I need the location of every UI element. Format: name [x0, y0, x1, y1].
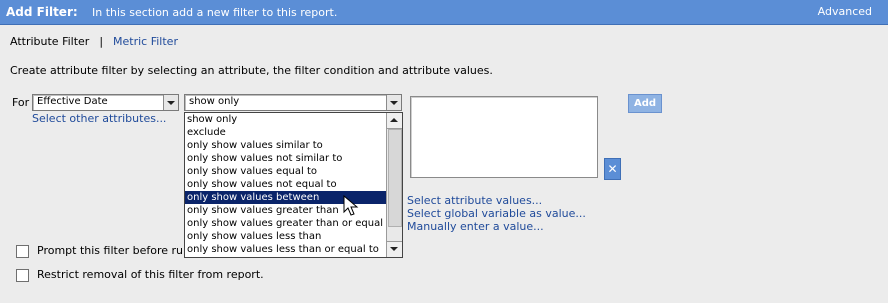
dropdown-scrollbar[interactable] — [386, 113, 402, 257]
chevron-down-icon[interactable] — [386, 95, 401, 110]
clear-values-button[interactable]: ✕ — [604, 158, 621, 180]
advanced-link[interactable]: Advanced — [818, 5, 872, 18]
tab-metric-filter[interactable]: Metric Filter — [113, 35, 178, 48]
condition-option[interactable]: exclude — [185, 126, 386, 139]
mouse-cursor-icon — [343, 195, 359, 216]
attribute-select-value: Effective Date — [37, 96, 108, 107]
close-icon: ✕ — [607, 162, 618, 176]
scroll-up-icon[interactable] — [387, 113, 402, 129]
manually-enter-value-link[interactable]: Manually enter a value... — [407, 220, 586, 233]
restrict-removal-label: Restrict removal of this filter from rep… — [37, 268, 264, 281]
condition-option[interactable]: only show values less than — [185, 230, 386, 243]
condition-option[interactable]: only show values equal to — [185, 165, 386, 178]
tab-attribute-filter[interactable]: Attribute Filter — [10, 35, 89, 48]
scroll-down-icon[interactable] — [387, 241, 402, 257]
chevron-down-icon[interactable] — [163, 95, 178, 110]
value-links: Select attribute values... Select global… — [407, 194, 586, 233]
condition-option[interactable]: only show values less than or equal to — [185, 243, 386, 256]
scroll-thumb[interactable] — [388, 129, 402, 227]
filter-header: Add Filter: In this section add a new fi… — [0, 0, 888, 25]
tab-separator: | — [99, 35, 104, 48]
condition-options: show only exclude only show values similar… — [185, 113, 396, 257]
select-other-attributes-link[interactable]: Select other attributes... — [32, 112, 166, 125]
attribute-select[interactable]: Effective Date — [32, 94, 179, 111]
prompt-filter-checkbox[interactable] — [16, 244, 29, 258]
restrict-removal-option: Restrict removal of this filter from rep… — [16, 268, 264, 282]
select-global-variable-link[interactable]: Select global variable as value... — [407, 207, 586, 220]
condition-option[interactable]: only show values similar to — [185, 139, 386, 152]
condition-select[interactable]: show only — [184, 94, 402, 111]
for-label: For — [12, 96, 30, 109]
condition-option[interactable]: show only — [185, 113, 386, 126]
header-description: In this section add a new filter to this… — [92, 6, 338, 19]
restrict-removal-checkbox[interactable] — [16, 268, 29, 282]
select-attribute-values-link[interactable]: Select attribute values... — [407, 194, 586, 207]
condition-option[interactable]: only show values greater than or equal t… — [185, 217, 396, 230]
add-button[interactable]: Add — [628, 94, 662, 113]
header-title: Add Filter: — [6, 5, 78, 19]
condition-option[interactable]: only show values not equal to — [185, 178, 386, 191]
condition-dropdown-list[interactable]: show only exclude only show values similar… — [184, 112, 403, 258]
condition-select-value: show only — [189, 96, 240, 107]
attribute-values-box[interactable] — [410, 96, 598, 178]
instructions-text: Create attribute filter by selecting an … — [10, 64, 493, 77]
filter-type-tabs: Attribute Filter | Metric Filter — [10, 35, 178, 48]
condition-option[interactable]: only show values not similar to — [185, 152, 386, 165]
